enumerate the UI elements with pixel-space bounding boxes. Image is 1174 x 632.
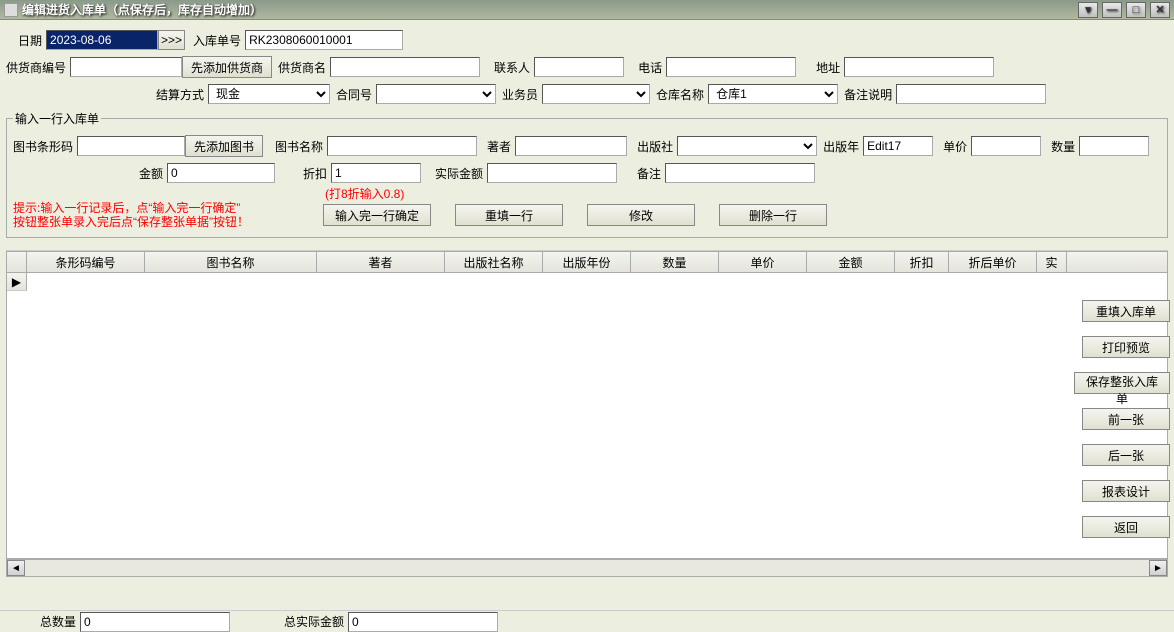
total-amount-input[interactable]: [348, 612, 498, 632]
prev-receipt-button[interactable]: 前一张: [1082, 408, 1170, 430]
confirm-line-button[interactable]: 输入完一行确定: [323, 204, 431, 226]
real-amount-label: 实际金额: [435, 165, 483, 182]
table-header-cell[interactable]: 条形码编号: [27, 252, 145, 272]
publisher-select[interactable]: [677, 136, 817, 156]
address-label: 地址: [816, 59, 840, 76]
line-note-label: 备注: [637, 165, 661, 182]
receipt-no-label: 入库单号: [193, 32, 241, 49]
next-receipt-button[interactable]: 后一张: [1082, 444, 1170, 466]
table-header-cell[interactable]: 金额: [807, 252, 895, 272]
table-header-cell[interactable]: 著者: [317, 252, 445, 272]
discount-hint: (打8折输入0.8): [325, 185, 404, 202]
barcode-input[interactable]: [77, 136, 185, 156]
contract-label: 合同号: [336, 86, 372, 103]
publisher-label: 出版社: [637, 138, 673, 155]
row-indicator-icon: ▶: [7, 273, 27, 291]
horizontal-scrollbar[interactable]: ◄ ►: [6, 559, 1168, 577]
table-header-cell[interactable]: 折后单价: [949, 252, 1037, 272]
table-body[interactable]: ▶: [6, 273, 1168, 559]
settlement-method-label: 结算方式: [156, 86, 204, 103]
window-minimize-button[interactable]: —: [1102, 2, 1122, 18]
window-titlebar: 编辑进货入库单（点保存后，库存自动增加） ▾ — □ ✕: [0, 0, 1174, 20]
table-header-cell[interactable]: 折扣: [895, 252, 949, 272]
window-close-button[interactable]: ✕: [1150, 2, 1170, 18]
discount-input[interactable]: [331, 163, 421, 183]
total-qty-label: 总数量: [40, 613, 76, 630]
address-input[interactable]: [844, 57, 994, 77]
settlement-remark-label: 备注说明: [844, 86, 892, 103]
edit-line-button[interactable]: 修改: [587, 204, 695, 226]
table-header-cell[interactable]: 出版社名称: [445, 252, 543, 272]
line-entry-group: 输入一行入库单 图书条形码 先添加图书 图书名称 著者 出版社 出版年 单价 数…: [6, 110, 1168, 238]
window-icon: [4, 3, 18, 17]
entry-hint: 提示:输入一行记录后，点“输入完一行确定” 按钮整张单录入完后点“保存整张单据”…: [13, 201, 249, 229]
pubyear-input[interactable]: [863, 136, 933, 156]
date-input[interactable]: [46, 30, 158, 50]
table-header-cell[interactable]: 单价: [719, 252, 807, 272]
receipt-no-input[interactable]: [245, 30, 403, 50]
phone-label: 电话: [638, 59, 662, 76]
bookname-input[interactable]: [327, 136, 477, 156]
table-header-cell[interactable]: 实: [1037, 252, 1067, 272]
refill-line-button[interactable]: 重填一行: [455, 204, 563, 226]
date-picker-button[interactable]: >>>: [158, 30, 185, 50]
refill-receipt-button[interactable]: 重填入库单: [1082, 300, 1170, 322]
report-design-button[interactable]: 报表设计: [1082, 480, 1170, 502]
table-header-cell[interactable]: 图书名称: [145, 252, 317, 272]
table-header-indicator: [7, 252, 27, 272]
window-title: 编辑进货入库单（点保存后，库存自动增加）: [22, 1, 262, 18]
total-amount-label: 总实际金额: [284, 613, 344, 630]
phone-input[interactable]: [666, 57, 796, 77]
warehouse-label: 仓库名称: [656, 86, 704, 103]
scroll-left-icon[interactable]: ◄: [7, 560, 25, 576]
add-book-button[interactable]: 先添加图书: [185, 135, 263, 157]
delete-line-button[interactable]: 删除一行: [719, 204, 827, 226]
line-note-input[interactable]: [665, 163, 815, 183]
contact-label: 联系人: [494, 59, 530, 76]
qty-input[interactable]: [1079, 136, 1149, 156]
pubyear-label: 出版年: [823, 138, 859, 155]
add-supplier-button[interactable]: 先添加供货商: [182, 56, 272, 78]
amount-label: 金额: [139, 165, 163, 182]
back-button[interactable]: 返回: [1082, 516, 1170, 538]
barcode-label: 图书条形码: [13, 138, 73, 155]
clerk-label: 业务员: [502, 86, 538, 103]
total-qty-input[interactable]: [80, 612, 230, 632]
real-amount-input[interactable]: [487, 163, 617, 183]
price-label: 单价: [943, 138, 967, 155]
settlement-method-select[interactable]: 现金: [208, 84, 330, 104]
supplier-name-label: 供货商名: [278, 59, 326, 76]
line-entry-legend: 输入一行入库单: [13, 110, 101, 127]
window-maximize-button[interactable]: □: [1126, 2, 1146, 18]
window-help-button[interactable]: ▾: [1078, 2, 1098, 18]
discount-label: 折扣: [303, 165, 327, 182]
contract-select[interactable]: [376, 84, 496, 104]
save-receipt-button[interactable]: 保存整张入库单: [1074, 372, 1170, 394]
table-header: 条形码编号图书名称著者出版社名称出版年份数量单价金额折扣折后单价实: [6, 251, 1168, 273]
table-header-cell[interactable]: 出版年份: [543, 252, 631, 272]
warehouse-select[interactable]: 仓库1: [708, 84, 838, 104]
scroll-right-icon[interactable]: ►: [1149, 560, 1167, 576]
table-header-cell[interactable]: 数量: [631, 252, 719, 272]
print-preview-button[interactable]: 打印预览: [1082, 336, 1170, 358]
contact-input[interactable]: [534, 57, 624, 77]
amount-input[interactable]: [167, 163, 275, 183]
date-label: 日期: [18, 32, 42, 49]
author-input[interactable]: [515, 136, 627, 156]
supplier-code-input[interactable]: [70, 57, 182, 77]
supplier-code-label: 供货商编号: [6, 59, 66, 76]
clerk-select[interactable]: [542, 84, 650, 104]
author-label: 著者: [487, 138, 511, 155]
supplier-name-input[interactable]: [330, 57, 480, 77]
qty-label: 数量: [1051, 138, 1075, 155]
price-input[interactable]: [971, 136, 1041, 156]
bookname-label: 图书名称: [275, 138, 323, 155]
settlement-remark-input[interactable]: [896, 84, 1046, 104]
